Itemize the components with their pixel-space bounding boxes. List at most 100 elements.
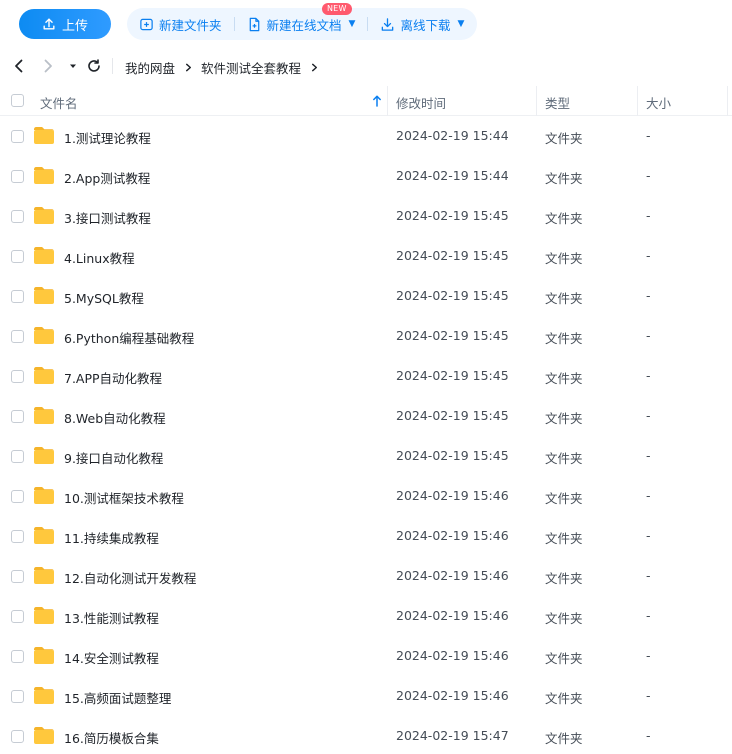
history-dropdown-button[interactable] [63,56,83,76]
file-type: 文件夹 [545,211,583,226]
chevron-left-icon [15,59,23,73]
upload-button[interactable]: 上传 [19,9,111,39]
breadcrumb: 我的网盘 软件测试全套教程 [125,58,319,77]
row-checkbox[interactable] [11,730,24,743]
back-button[interactable] [9,56,29,76]
table-row[interactable]: 12.自动化测试开发教程 2024-02-19 15:46 文件夹 - [0,556,732,596]
file-modified-time: 2024-02-19 15:46 [396,608,509,623]
row-checkbox[interactable] [11,690,24,703]
row-checkbox[interactable] [11,450,24,463]
file-size: - [646,168,651,183]
column-header-size[interactable]: 大小 [646,93,671,112]
row-checkbox[interactable] [11,530,24,543]
file-name[interactable]: 10.测试框架技术教程 [64,488,184,507]
table-row[interactable]: 4.Linux教程 2024-02-19 15:45 文件夹 - [0,236,732,276]
column-header-type[interactable]: 类型 [545,93,570,112]
row-checkbox[interactable] [11,370,24,383]
row-checkbox[interactable] [11,210,24,223]
new-badge: NEW [322,3,352,15]
file-name[interactable]: 2.App测试教程 [64,168,150,187]
file-size: - [646,568,651,583]
chevron-right-icon [309,63,319,73]
file-name[interactable]: 15.高频面试题整理 [64,688,171,707]
table-row[interactable]: 15.高频面试题整理 2024-02-19 15:46 文件夹 - [0,676,732,716]
file-modified-time: 2024-02-19 15:46 [396,688,509,703]
file-size: - [646,328,651,343]
table-row[interactable]: 16.简历模板合集 2024-02-19 15:47 文件夹 - [0,716,732,754]
column-header-name[interactable]: 文件名 [40,93,78,112]
row-checkbox[interactable] [11,490,24,503]
row-checkbox[interactable] [11,330,24,343]
file-name[interactable]: 9.接口自动化教程 [64,448,163,467]
row-checkbox[interactable] [11,130,24,143]
file-size: - [646,448,651,463]
forward-button[interactable] [38,56,58,76]
table-row[interactable]: 14.安全测试教程 2024-02-19 15:46 文件夹 - [0,636,732,676]
file-size: - [646,728,651,743]
file-name[interactable]: 6.Python编程基础教程 [64,328,194,347]
column-header-modified[interactable]: 修改时间 [396,93,446,112]
column-divider[interactable] [536,86,537,116]
file-modified-time: 2024-02-19 15:46 [396,488,509,503]
table-row[interactable]: 13.性能测试教程 2024-02-19 15:46 文件夹 - [0,596,732,636]
toolbar: 上传 新建文件夹 新建在线文档 ▼ 离线下载 ▼ NEW [0,0,732,46]
file-modified-time: 2024-02-19 15:46 [396,648,509,663]
breadcrumb-item-current[interactable]: 软件测试全套教程 [201,58,301,77]
file-name[interactable]: 8.Web自动化教程 [64,408,166,427]
row-checkbox[interactable] [11,650,24,663]
table-row[interactable]: 1.测试理论教程 2024-02-19 15:44 文件夹 - [0,116,732,156]
file-name[interactable]: 1.测试理论教程 [64,128,151,147]
row-checkbox[interactable] [11,170,24,183]
table-row[interactable]: 2.App测试教程 2024-02-19 15:44 文件夹 - [0,156,732,196]
offline-download-button[interactable]: 离线下载 ▼ [368,8,464,40]
folder-icon [34,207,54,224]
row-checkbox[interactable] [11,290,24,303]
caret-down-icon: ▼ [457,19,465,29]
row-checkbox[interactable] [11,570,24,583]
row-checkbox[interactable] [11,410,24,423]
arrow-up-icon[interactable] [372,95,382,107]
caret-down-icon [70,64,76,68]
file-size: - [646,128,651,143]
column-divider[interactable] [637,86,638,116]
file-size: - [646,408,651,423]
file-name[interactable]: 3.接口测试教程 [64,208,151,227]
document-icon [249,17,259,31]
new-online-doc-label: 新建在线文档 [266,17,342,33]
file-type: 文件夹 [545,571,583,586]
folder-icon [34,527,54,544]
file-name[interactable]: 11.持续集成教程 [64,528,159,547]
file-name[interactable]: 14.安全测试教程 [64,648,159,667]
table-row[interactable]: 9.接口自动化教程 2024-02-19 15:45 文件夹 - [0,436,732,476]
file-name[interactable]: 5.MySQL教程 [64,288,144,307]
table-row[interactable]: 5.MySQL教程 2024-02-19 15:45 文件夹 - [0,276,732,316]
breadcrumb-item-root[interactable]: 我的网盘 [125,58,175,77]
file-name[interactable]: 7.APP自动化教程 [64,368,162,387]
column-divider[interactable] [727,86,728,116]
file-modified-time: 2024-02-19 15:47 [396,728,509,743]
folder-icon [34,567,54,584]
chevron-right-icon [44,59,52,73]
file-modified-time: 2024-02-19 15:45 [396,408,509,423]
table-row[interactable]: 8.Web自动化教程 2024-02-19 15:45 文件夹 - [0,396,732,436]
file-type: 文件夹 [545,291,583,306]
file-list: 1.测试理论教程 2024-02-19 15:44 文件夹 - 2.App测试教… [0,116,732,754]
row-checkbox[interactable] [11,610,24,623]
file-name[interactable]: 13.性能测试教程 [64,608,159,627]
select-all-checkbox[interactable] [11,94,24,107]
table-row[interactable]: 6.Python编程基础教程 2024-02-19 15:45 文件夹 - [0,316,732,356]
row-checkbox[interactable] [11,250,24,263]
table-row[interactable]: 10.测试框架技术教程 2024-02-19 15:46 文件夹 - [0,476,732,516]
column-divider[interactable] [387,86,388,116]
file-name[interactable]: 12.自动化测试开发教程 [64,568,196,587]
table-row[interactable]: 3.接口测试教程 2024-02-19 15:45 文件夹 - [0,196,732,236]
file-name[interactable]: 16.简历模板合集 [64,728,159,747]
refresh-button[interactable] [84,56,104,76]
table-row[interactable]: 11.持续集成教程 2024-02-19 15:46 文件夹 - [0,516,732,556]
file-name[interactable]: 4.Linux教程 [64,248,135,267]
new-folder-button[interactable]: 新建文件夹 [127,8,222,40]
table-row[interactable]: 7.APP自动化教程 2024-02-19 15:45 文件夹 - [0,356,732,396]
file-size: - [646,608,651,623]
folder-icon [34,727,54,744]
offline-download-label: 离线下载 [400,17,451,33]
